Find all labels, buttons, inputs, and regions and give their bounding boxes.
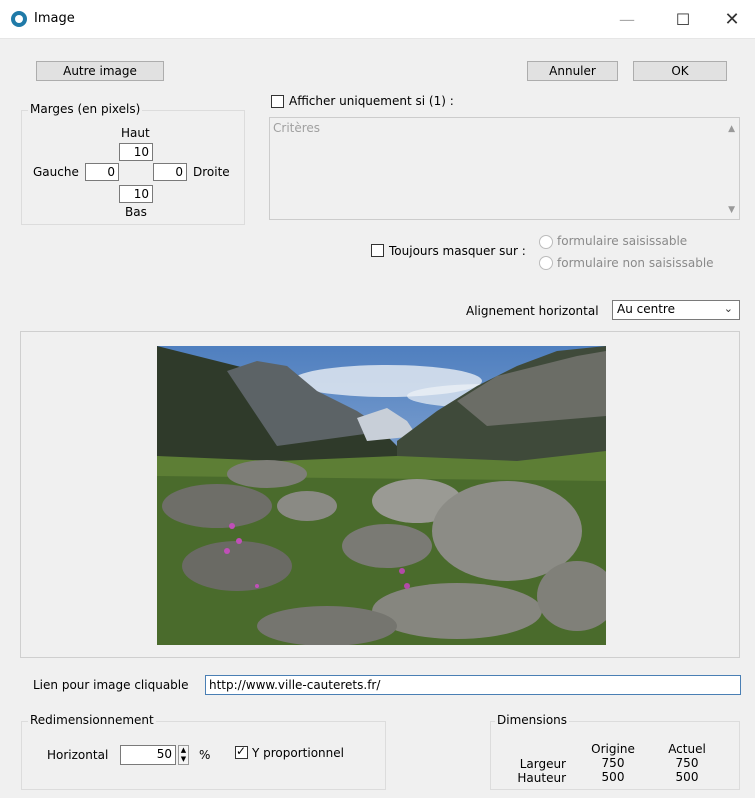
dimensions-legend: Dimensions	[495, 713, 570, 727]
gauche-label: Gauche	[33, 165, 79, 179]
dimensions-actuel-column: Actuel 750 500	[657, 742, 717, 784]
redimensionnement-legend: Redimensionnement	[28, 713, 156, 727]
horizontal-label: Horizontal	[47, 748, 109, 762]
maximize-button[interactable]: ☐	[660, 0, 706, 38]
haut-input[interactable]: 10	[119, 143, 153, 161]
ok-button[interactable]: OK	[633, 61, 727, 81]
gauche-input[interactable]: 0	[85, 163, 119, 181]
formulaire-saisissable-label: formulaire saisissable	[557, 234, 688, 248]
toujours-masquer-checkbox[interactable]	[371, 244, 384, 257]
chevron-down-icon: ⌄	[723, 302, 733, 315]
horizontal-spinner[interactable]: ▲ ▼	[178, 745, 189, 765]
image-preview-panel	[20, 331, 740, 658]
origine-header: Origine	[591, 742, 635, 756]
afficher-label: Afficher uniquement si (1) :	[289, 94, 454, 108]
y-proportionnel-checkbox[interactable]	[235, 744, 248, 759]
largeur-label: Largeur	[519, 757, 566, 771]
close-button[interactable]: ✕	[709, 0, 755, 38]
bas-label: Bas	[125, 205, 147, 219]
largeur-origine: 750	[601, 756, 625, 770]
y-proportionnel-label: Y proportionnel	[252, 746, 344, 760]
criteres-textarea[interactable]: Critères ▲ ▼	[269, 117, 740, 220]
hauteur-origine: 500	[601, 770, 625, 784]
landscape-image	[157, 346, 606, 645]
autre-image-button[interactable]: Autre image	[36, 61, 164, 81]
scroll-down-icon[interactable]: ▼	[728, 205, 735, 215]
droite-input[interactable]: 0	[153, 163, 187, 181]
criteres-placeholder: Critères	[273, 121, 321, 135]
haut-label: Haut	[121, 126, 150, 140]
window-title: Image	[34, 11, 75, 26]
bas-input[interactable]: 10	[119, 185, 153, 203]
alignement-label: Alignement horizontal	[466, 304, 599, 318]
toujours-masquer-label: Toujours masquer sur :	[389, 244, 526, 258]
app-icon	[11, 11, 27, 27]
title-bar: Image — ☐ ✕	[0, 0, 755, 39]
scroll-up-icon[interactable]: ▲	[728, 124, 735, 134]
marges-legend: Marges (en pixels)	[28, 102, 143, 116]
radio-formulaire-saisissable[interactable]	[539, 235, 553, 249]
largeur-actuel: 750	[675, 756, 699, 770]
radio-formulaire-non-saisissable[interactable]	[539, 256, 553, 270]
horizontal-input[interactable]: 50	[120, 745, 176, 765]
formulaire-non-saisissable-label: formulaire non saisissable	[557, 256, 714, 270]
annuler-button[interactable]: Annuler	[527, 61, 618, 81]
alignement-select[interactable]: Au centre ⌄	[612, 300, 740, 320]
percent-unit: %	[199, 748, 211, 762]
afficher-checkbox[interactable]	[271, 95, 284, 108]
hauteur-actuel: 500	[675, 770, 699, 784]
hauteur-label: Hauteur	[517, 771, 566, 785]
dimensions-row-labels: Largeur Hauteur	[506, 757, 566, 785]
dimensions-origine-column: Origine 750 500	[583, 742, 643, 784]
droite-label: Droite	[193, 165, 230, 179]
actuel-header: Actuel	[668, 742, 706, 756]
lien-label: Lien pour image cliquable	[33, 678, 189, 692]
alignement-value: Au centre	[617, 302, 675, 316]
lien-input[interactable]: http://www.ville-cauterets.fr/	[205, 675, 741, 695]
minimize-button[interactable]: —	[604, 0, 650, 38]
